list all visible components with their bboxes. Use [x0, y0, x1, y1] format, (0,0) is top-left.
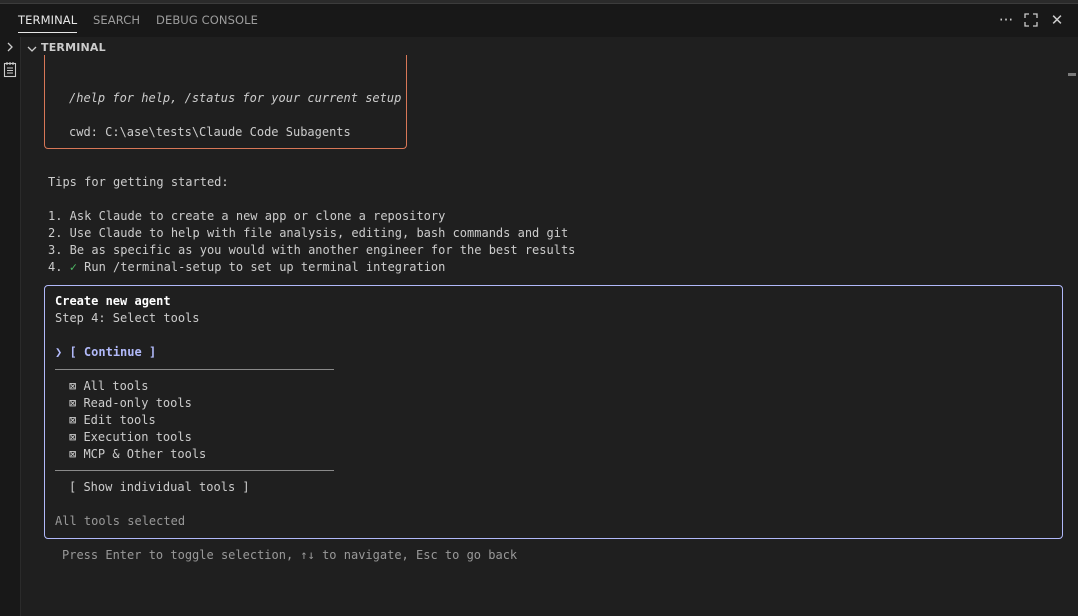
- cwd-line: cwd: C:\ase\tests\Claude Code Subagents: [69, 125, 351, 139]
- show-individual-tools-button[interactable]: [ Show individual tools ]: [69, 479, 250, 496]
- check-icon: ✓: [69, 260, 77, 274]
- tool-option-read-only[interactable]: ⊠ Read-only tools: [69, 395, 192, 412]
- tool-option-execution[interactable]: ⊠ Execution tools: [69, 429, 192, 446]
- tool-option-edit[interactable]: ⊠ Edit tools: [69, 412, 156, 429]
- continue-option[interactable]: ❯ [ Continue ]: [55, 344, 156, 361]
- tips-title: Tips for getting started:: [48, 175, 229, 189]
- selection-status: All tools selected: [55, 514, 186, 528]
- divider: [55, 470, 334, 471]
- tip-item: 3. Be as specific as you would with anot…: [48, 243, 576, 257]
- terminal-scrollbar[interactable]: [1066, 59, 1078, 616]
- continue-button[interactable]: [ Continue ]: [69, 345, 156, 359]
- selection-cursor-icon: ❯: [55, 345, 63, 359]
- dialog-step: Step 4: Select tools: [55, 311, 200, 325]
- help-line: /help for help, /status for your current…: [69, 91, 402, 105]
- tip-item-terminal-setup: 4. ✓ Run /terminal-setup to set up termi…: [48, 259, 445, 276]
- terminal-output[interactable]: /help for help, /status for your current…: [21, 55, 1065, 616]
- tip-item: 2. Use Claude to help with file analysis…: [48, 226, 569, 240]
- tool-option-all[interactable]: ⊠ All tools: [69, 378, 148, 395]
- maximize-panel-icon[interactable]: [1020, 8, 1042, 32]
- divider: [55, 369, 334, 370]
- tip-number: 4.: [48, 260, 70, 274]
- terminal-sidebar-rail: [0, 37, 21, 616]
- close-panel-icon[interactable]: ✕: [1046, 8, 1068, 32]
- dialog-title: Create new agent: [55, 294, 171, 308]
- panel-tab-bar: TERMINAL SEARCH DEBUG CONSOLE ··· ✕: [0, 4, 1078, 37]
- more-actions-icon[interactable]: ···: [995, 8, 1017, 32]
- keyboard-hint: Press Enter to toggle selection, ↑↓ to n…: [62, 548, 518, 562]
- tab-debug-console[interactable]: DEBUG CONSOLE: [156, 4, 258, 37]
- chevron-down-icon: [25, 41, 39, 55]
- scroll-position-marker: [1068, 73, 1076, 76]
- tool-option-mcp-other[interactable]: ⊠ MCP & Other tools: [69, 446, 206, 463]
- chevron-right-icon[interactable]: [3, 39, 17, 55]
- tab-search[interactable]: SEARCH: [93, 4, 140, 37]
- tip-text: Run /terminal-setup to set up terminal i…: [76, 260, 446, 274]
- notepad-icon[interactable]: [2, 60, 18, 78]
- tip-item: 1. Ask Claude to create a new app or clo…: [48, 209, 446, 223]
- tab-terminal[interactable]: TERMINAL: [18, 4, 78, 37]
